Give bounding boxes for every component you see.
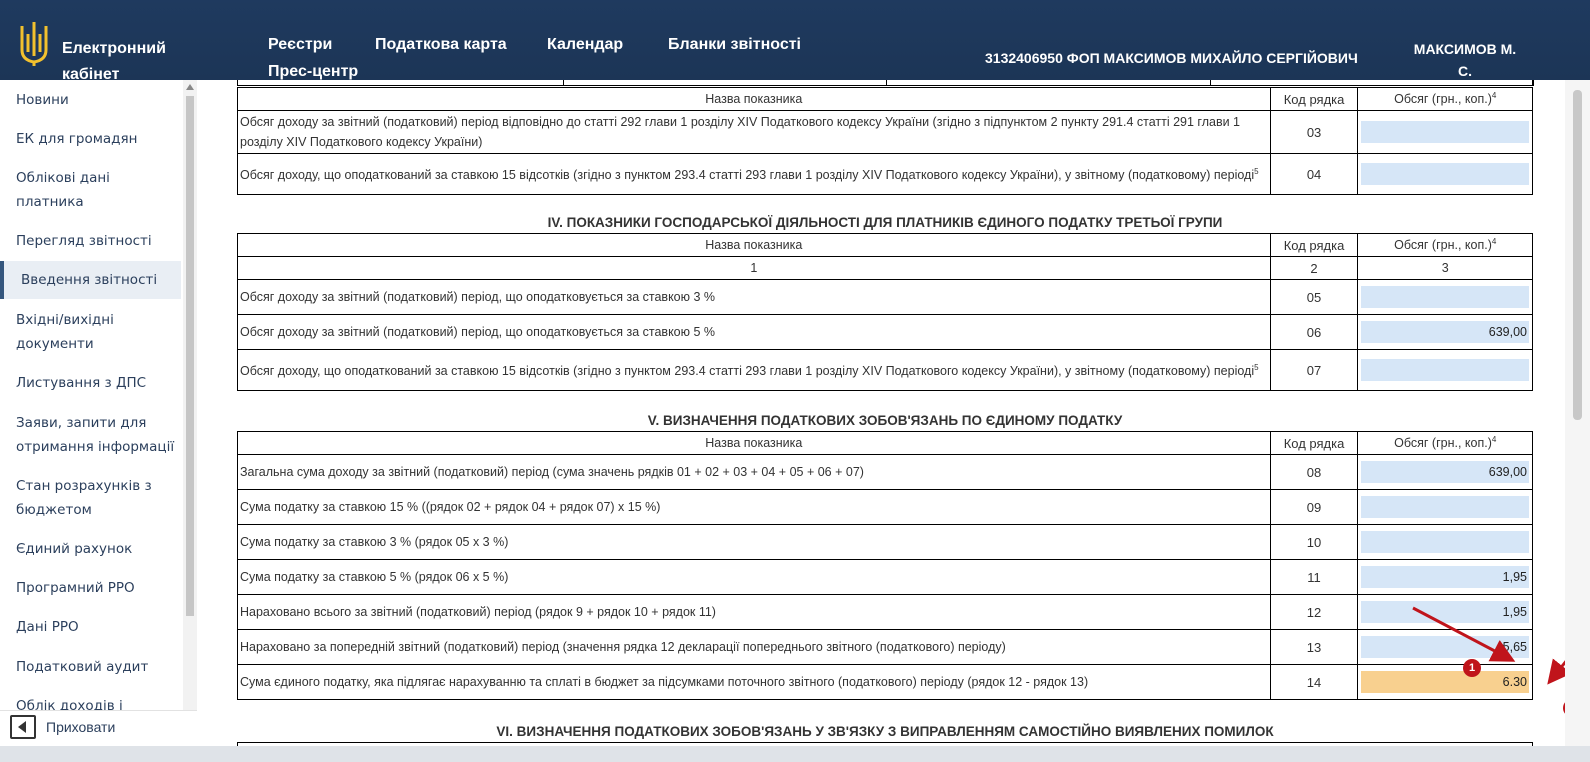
brand-title[interactable]: Електронний кабінет — [62, 36, 202, 88]
nav-report-forms[interactable]: Бланки звітності — [668, 36, 801, 54]
top-header: Електронний кабінет Реєстри Податкова ка… — [0, 0, 1590, 83]
bottom-taskbar-strip — [0, 746, 1590, 762]
taxpayer-info[interactable]: 3132406950 ФОП МАКСИМОВ МИХАЙЛО СЕРГІЙОВ… — [985, 50, 1358, 66]
page-scroll-thumb[interactable] — [1573, 90, 1582, 420]
nav-tax-map[interactable]: Податкова карта — [375, 36, 507, 54]
nav-press-center[interactable]: Прес-центр — [268, 63, 358, 81]
nav-registers[interactable]: Реєстри — [268, 36, 332, 54]
trident-logo-icon[interactable] — [18, 20, 50, 68]
page-scrollbar[interactable] — [1565, 80, 1590, 746]
user-name[interactable]: МАКСИМОВ М. С. — [1405, 38, 1525, 82]
annotation-arrows — [1412, 606, 1572, 685]
arrow-1-icon — [1412, 606, 1516, 662]
nav-calendar[interactable]: Календар — [547, 36, 623, 54]
annotation-badge-1: 1 — [1463, 659, 1481, 677]
